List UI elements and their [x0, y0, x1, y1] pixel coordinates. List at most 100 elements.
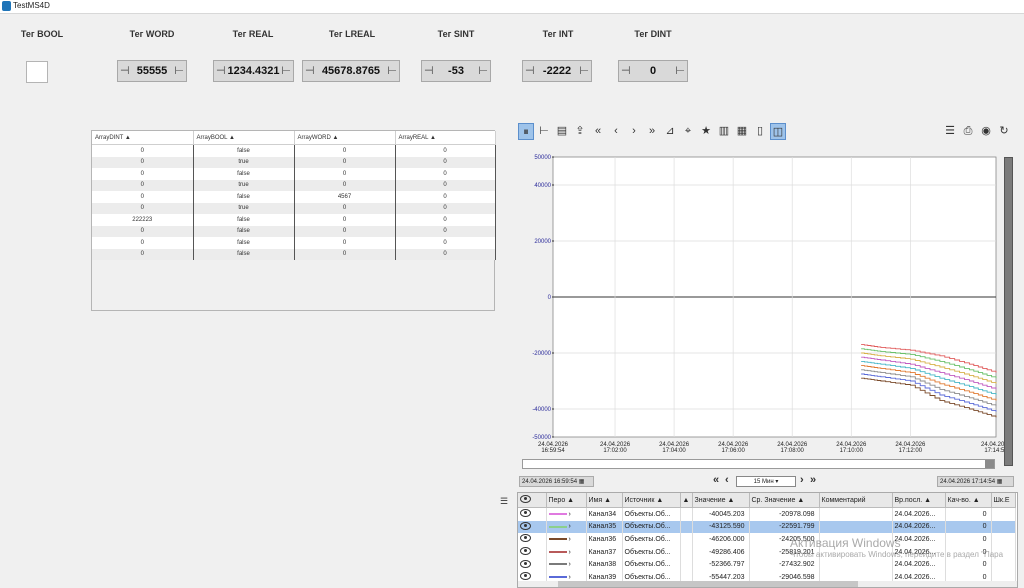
table-row[interactable]: 222223 false 0 0	[92, 214, 496, 226]
legend-menu-icon[interactable]: ☰	[500, 496, 508, 507]
pause-icon[interactable]: ⏸	[518, 123, 534, 140]
col-arrayreal-header[interactable]: ArrayREAL ▲	[395, 131, 496, 145]
chart-vertical-scrollbar[interactable]	[1004, 157, 1013, 466]
camera-icon[interactable]: ◉	[978, 123, 994, 140]
col-sort-header[interactable]: ▲	[680, 493, 693, 508]
nav-prev-button[interactable]: ‹	[725, 474, 729, 486]
col-source-header[interactable]: Источник ▲	[622, 493, 681, 508]
col-visibility-header[interactable]	[518, 493, 547, 508]
visibility-cell	[518, 533, 547, 546]
y-tick-label: 40000	[534, 183, 551, 189]
col-scale-header[interactable]: Шк.Е	[991, 493, 1016, 508]
expand-icon[interactable]: ›	[568, 523, 570, 530]
start-date-field[interactable]: 24.04.2026 16:59:54 ▦	[519, 476, 594, 487]
prev-icon[interactable]: ‹	[608, 123, 624, 140]
tag-real-field[interactable]: ⊣ 1234.4321 ⊢	[213, 60, 294, 82]
nav-last-button[interactable]: »	[810, 474, 816, 486]
col-quality-header[interactable]: Кач-во. ▲	[945, 493, 992, 508]
eye-icon[interactable]	[520, 559, 531, 568]
legend-row[interactable]: › Канал37 Объекты.Об... -49286.406 -25819.20…	[518, 545, 1016, 559]
table-row[interactable]: 0 false 0 0	[92, 168, 496, 180]
grid-icon[interactable]: ▦	[734, 123, 750, 140]
refresh-icon[interactable]: ↻	[996, 123, 1012, 140]
chart-horizontal-scrollbar[interactable]	[522, 459, 995, 469]
trend-chart[interactable]: 5000040000200000-20000-40000-5000024.04.…	[517, 148, 1018, 466]
eye-icon[interactable]	[520, 509, 531, 518]
expand-icon[interactable]: ›	[568, 536, 570, 543]
pen-color-swatch[interactable]	[548, 512, 567, 515]
col-pen-header[interactable]: Перо ▲	[546, 493, 587, 508]
source-cell: Объекты.Об...	[622, 520, 681, 534]
expand-icon[interactable]: ›	[568, 574, 570, 581]
table-row[interactable]: 0 false 0 0	[92, 225, 496, 237]
split-icon[interactable]: ▯	[752, 123, 768, 140]
tag-sint-field[interactable]: ⊣ -53 ⊢	[421, 60, 491, 82]
col-avg-header[interactable]: Ср. Значение ▲	[749, 493, 820, 508]
tag-dint-field[interactable]: ⊣ 0 ⊢	[618, 60, 688, 82]
scale-cell	[991, 533, 1016, 546]
tag-int-field[interactable]: ⊣ -2222 ⊢	[522, 60, 592, 82]
col-arraydint-header[interactable]: ArrayDINT ▲	[92, 131, 194, 145]
legend-row[interactable]: › Канал38 Объекты.Об... -52366.797 -27432.90…	[518, 558, 1016, 571]
col-name-header[interactable]: Имя ▲	[586, 493, 623, 508]
sort-cell	[680, 520, 693, 534]
calendar-icon[interactable]: ▦	[997, 479, 1003, 485]
star-icon[interactable]: ★	[698, 123, 714, 140]
table-row[interactable]: 0 false 0 0	[92, 144, 496, 157]
scale-icon[interactable]: ▥	[716, 123, 732, 140]
pen-color-swatch[interactable]	[548, 538, 567, 541]
table-row[interactable]: 0 false 4567 0	[92, 191, 496, 203]
col-comment-header[interactable]: Комментарий	[819, 493, 893, 508]
layout-icon[interactable]: ◫	[770, 123, 786, 140]
tag-word-field[interactable]: ⊣ 55555 ⊢	[117, 60, 187, 82]
expand-icon[interactable]: ›	[568, 549, 570, 556]
quality-cell: 0	[945, 507, 992, 521]
nav-next-button[interactable]: ›	[800, 474, 804, 486]
print-icon[interactable]: ⎙	[960, 123, 976, 140]
expand-icon[interactable]: ›	[568, 561, 570, 568]
tree-icon[interactable]: ⊢	[536, 123, 552, 140]
period-select[interactable]: 15 Мин ▾	[736, 476, 796, 487]
legend-row[interactable]: › Канал35 Объекты.Об... -43125.590 -22591.79…	[518, 520, 1016, 534]
tag-lreal-field[interactable]: ⊣ 45678.8765 ⊢	[302, 60, 400, 82]
col-arraybool-header[interactable]: ArrayBOOL ▲	[193, 131, 295, 145]
table-row[interactable]: 0 false 0 0	[92, 237, 496, 249]
scroll-thumb[interactable]	[558, 581, 858, 587]
col-arrayword-header[interactable]: ArrayWORD ▲	[294, 131, 396, 145]
table-row[interactable]: 0 true 0 0	[92, 156, 496, 168]
pen-color-swatch[interactable]	[548, 563, 567, 566]
col-last-time-header[interactable]: Вр.посл. ▲	[892, 493, 946, 508]
cursor-icon[interactable]: ⌖	[680, 123, 696, 140]
legend-horizontal-scrollbar[interactable]	[518, 581, 1017, 587]
pen-color-swatch[interactable]	[548, 575, 567, 578]
list-icon[interactable]: ☰	[942, 123, 958, 140]
next-icon[interactable]: ›	[626, 123, 642, 140]
calendar-icon[interactable]: ▦	[579, 479, 585, 485]
table-icon[interactable]: ▤	[554, 123, 570, 140]
eye-icon[interactable]	[520, 534, 531, 543]
eye-icon[interactable]	[520, 547, 531, 556]
legend-row[interactable]: › Канал36 Объекты.Об... -46206.000 -24205.50…	[518, 533, 1016, 546]
col-value-header[interactable]: Значение ▲	[692, 493, 750, 508]
table-row[interactable]: 0 true 0 0	[92, 202, 496, 214]
table-cell: false	[193, 237, 295, 249]
scroll-thumb[interactable]	[985, 460, 994, 468]
legend-row[interactable]: › Канал34 Объекты.Об... -40045.203 -20978.09…	[518, 507, 1016, 521]
source-cell: Объекты.Об...	[622, 558, 681, 571]
table-cell: 0	[92, 179, 194, 191]
export-icon[interactable]: ⇪	[572, 123, 588, 140]
first-icon[interactable]: «	[590, 123, 606, 140]
end-date-field[interactable]: 24.04.2026 17:14:54 ▦	[937, 476, 1014, 487]
table-cell: 0	[92, 248, 194, 260]
eye-icon[interactable]	[520, 521, 531, 530]
eye-icon[interactable]	[520, 572, 531, 581]
table-row[interactable]: 0 false 0 0	[92, 248, 496, 260]
nav-first-button[interactable]: «	[713, 474, 719, 486]
expand-icon[interactable]: ›	[568, 511, 570, 518]
last-icon[interactable]: »	[644, 123, 660, 140]
table-row[interactable]: 0 true 0 0	[92, 179, 496, 191]
zoom-icon[interactable]: ⊿	[662, 123, 678, 140]
pen-color-swatch[interactable]	[548, 525, 567, 528]
pen-color-swatch[interactable]	[548, 550, 567, 553]
tag-bool-checkbox[interactable]	[26, 61, 48, 83]
